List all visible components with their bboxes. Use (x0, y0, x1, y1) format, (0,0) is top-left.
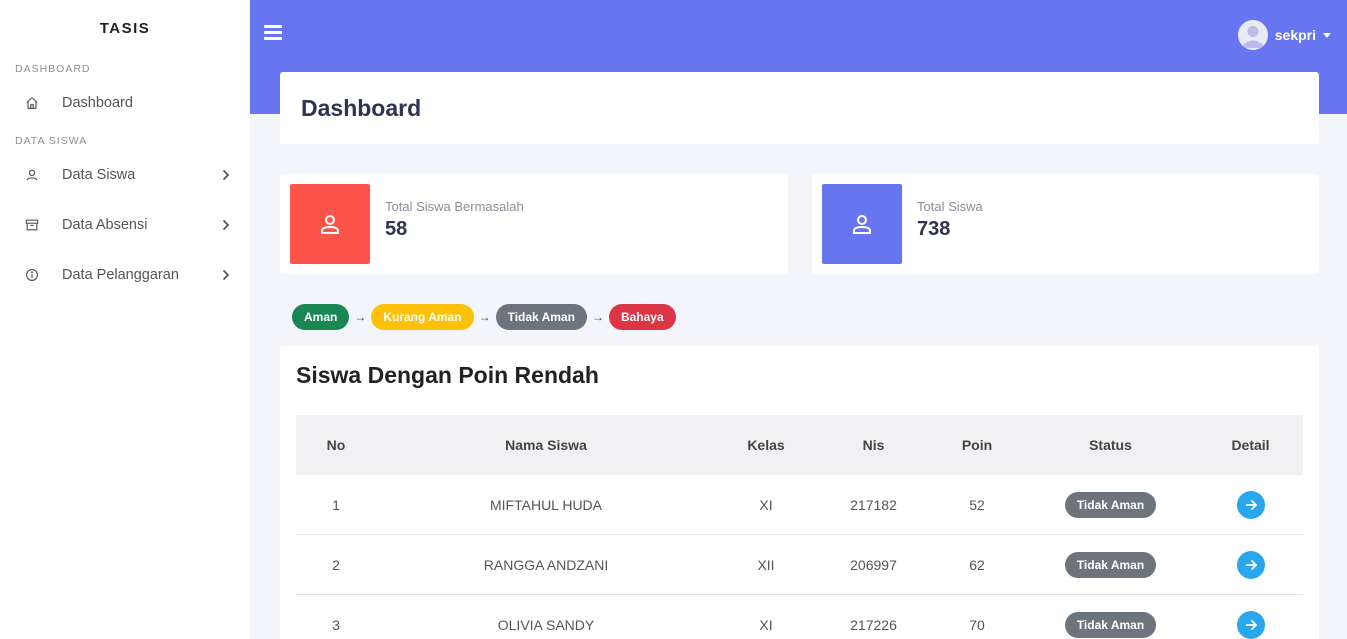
cell-nama: MIFTAHUL HUDA (490, 496, 602, 513)
user-menu[interactable]: sekpri (1237, 20, 1331, 50)
cell-kelas: XII (757, 556, 775, 573)
stat-value: 58 (385, 218, 408, 240)
cell-nis: 217226 (850, 616, 897, 633)
arrow-right-icon (1245, 559, 1257, 570)
user-icon (321, 215, 339, 234)
user-name: sekpri (1274, 27, 1316, 43)
caret-down-icon (1323, 32, 1331, 38)
brand-logo[interactable]: TASIS (0, 0, 250, 56)
status-badge: Tidak Aman (1064, 611, 1157, 638)
chevron-right-icon (220, 169, 232, 181)
cell-kelas: XI (759, 496, 773, 513)
col-header-kelas: Kelas (747, 437, 785, 453)
page-header: Dashboard (280, 72, 1319, 144)
arrow-right-icon (1245, 499, 1257, 510)
chevron-right-icon (220, 269, 232, 281)
stat-label: Total Siswa Bermasalah (385, 199, 524, 214)
sidebar-item-label: Data Pelanggaran (62, 267, 179, 283)
table-header: No Nama Siswa Kelas Nis Poin Status Deta… (296, 415, 1303, 475)
status-badge: Tidak Aman (1064, 491, 1157, 518)
cell-detail (1198, 550, 1303, 579)
home-icon (24, 95, 40, 111)
sidebar-item-data-pelanggaran[interactable]: Data Pelanggaran (0, 250, 250, 300)
stat-card-total-siswa-bermasalah: Total Siswa Bermasalah 58 (280, 174, 788, 274)
stat-value: 738 (917, 218, 951, 240)
info-icon (24, 267, 40, 283)
sidebar-item-label: Dashboard (62, 95, 133, 111)
page-title: Dashboard (301, 94, 422, 121)
status-legend: Aman → Kurang Aman → Tidak Aman → Bahaya (292, 304, 676, 330)
sidebar-item-dashboard[interactable]: Dashboard (0, 78, 250, 128)
cell-nama: RANGGA ANDZANI (483, 556, 609, 573)
menu-toggle-icon[interactable] (264, 25, 282, 43)
archive-icon (24, 217, 40, 233)
stat-label: Total Siswa (917, 199, 983, 214)
sidebar-item-label: Data Absensi (62, 217, 148, 233)
table-row: 1 MIFTAHUL HUDA XI 217182 52 Tidak Aman (296, 475, 1303, 535)
legend-badge-bahaya: Bahaya (608, 304, 676, 330)
cell-kelas: XI (759, 616, 773, 633)
detail-button[interactable] (1236, 610, 1265, 639)
stat-icon-box (822, 184, 902, 264)
students-table: No Nama Siswa Kelas Nis Poin Status Deta… (296, 415, 1303, 639)
detail-button[interactable] (1236, 490, 1265, 519)
cell-nama: OLIVIA SANDY (497, 616, 595, 633)
cell-no: 3 (332, 616, 340, 633)
cell-nis: 217182 (850, 496, 897, 513)
col-header-poin: Poin (961, 437, 993, 453)
cell-poin: 52 (969, 496, 985, 513)
cell-poin: 70 (969, 616, 985, 633)
cell-status: Tidak Aman (1023, 551, 1198, 578)
sidebar-section-data-siswa: DATA SISWA (15, 135, 88, 147)
detail-button[interactable] (1236, 550, 1265, 579)
legend-badge-tidak-aman: Tidak Aman (495, 304, 587, 330)
sidebar-item-data-absensi[interactable]: Data Absensi (0, 200, 250, 250)
chevron-right-icon (220, 219, 232, 231)
avatar (1237, 20, 1268, 50)
cell-nis: 206997 (850, 556, 897, 573)
legend-badge-aman: Aman (292, 304, 350, 330)
status-badge: Tidak Aman (1064, 551, 1157, 578)
stat-card-total-siswa: Total Siswa 738 (812, 174, 1319, 274)
sidebar-item-label: Data Siswa (62, 167, 136, 183)
cell-status: Tidak Aman (1023, 491, 1198, 518)
cell-status: Tidak Aman (1023, 611, 1198, 638)
col-header-detail: Detail (1231, 437, 1270, 453)
stat-icon-box (290, 184, 370, 264)
low-points-table-card: Siswa Dengan Poin Rendah No Nama Siswa K… (280, 346, 1319, 639)
cell-detail (1198, 490, 1303, 519)
table-row: 3 OLIVIA SANDY XI 217226 70 Tidak Aman (296, 595, 1303, 639)
arrow-right-icon (1245, 619, 1257, 630)
cell-detail (1198, 610, 1303, 639)
table-title: Siswa Dengan Poin Rendah (296, 362, 599, 388)
legend-badge-kurang-aman: Kurang Aman (371, 304, 474, 330)
cell-no: 1 (332, 496, 340, 513)
col-header-nis: Nis (862, 437, 885, 453)
col-header-no: No (326, 437, 346, 453)
col-header-nama: Nama Siswa (505, 437, 587, 453)
arrow-right-icon: → (591, 310, 604, 324)
table-row: 2 RANGGA ANDZANI XII 206997 62 Tidak Ama… (296, 535, 1303, 595)
sidebar-section-dashboard: DASHBOARD (15, 63, 91, 75)
user-icon (24, 167, 40, 183)
user-icon (853, 215, 871, 234)
col-header-status: Status (1089, 437, 1132, 453)
arrow-right-icon: → (354, 310, 367, 324)
sidebar: TASIS DASHBOARD Dashboard DATA SISWA Dat… (0, 0, 250, 639)
cell-no: 2 (332, 556, 340, 573)
sidebar-item-data-siswa[interactable]: Data Siswa (0, 150, 250, 200)
cell-poin: 62 (969, 556, 985, 573)
arrow-right-icon: → (478, 310, 491, 324)
